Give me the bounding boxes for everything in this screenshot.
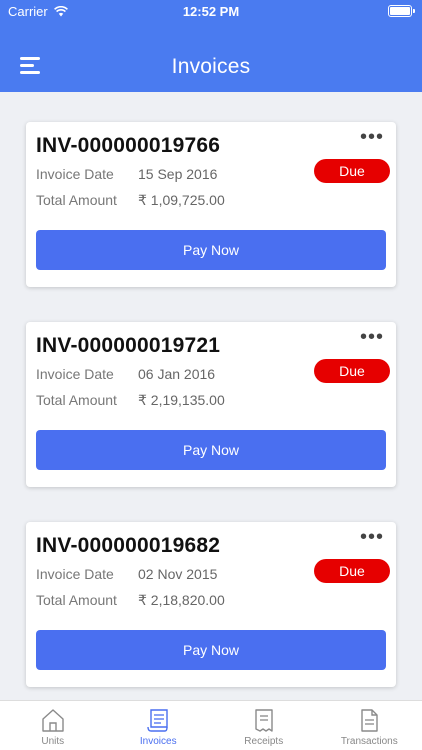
status-badge: Due xyxy=(314,559,390,583)
tab-receipts[interactable]: Receipts xyxy=(211,701,317,750)
tab-label: Transactions xyxy=(340,736,398,747)
invoice-date-value: 02 Nov 2015 xyxy=(138,566,218,582)
total-amount-label: Total Amount xyxy=(36,592,117,608)
invoice-date-label: Invoice Date xyxy=(36,366,114,382)
more-options-icon[interactable]: ••• xyxy=(360,127,384,147)
pay-now-button[interactable]: Pay Now xyxy=(36,430,386,470)
app-header: Carrier 12:52 PM Invoices xyxy=(0,0,422,92)
more-options-icon[interactable]: ••• xyxy=(360,527,384,547)
invoice-date-value: 15 Sep 2016 xyxy=(138,166,218,182)
pay-now-button[interactable]: Pay Now xyxy=(36,230,386,270)
invoice-number: INV-000000019682 xyxy=(36,534,221,557)
status-bar: Carrier 12:52 PM xyxy=(0,0,422,24)
total-amount-label: Total Amount xyxy=(36,392,117,408)
battery-icon xyxy=(388,5,415,17)
invoice-icon xyxy=(147,709,168,732)
invoice-date-value: 06 Jan 2016 xyxy=(138,366,216,382)
invoice-card[interactable]: ••• INV-000000019682 Due Invoice Date 02… xyxy=(26,522,396,687)
home-icon xyxy=(42,709,64,732)
invoice-card[interactable]: ••• INV-000000019766 Due Invoice Date 15… xyxy=(26,122,396,287)
tab-invoices[interactable]: Invoices xyxy=(106,701,212,750)
invoice-list[interactable]: ••• INV-000000019766 Due Invoice Date 15… xyxy=(0,92,422,700)
total-amount-value: ₹ 2,18,820.00 xyxy=(138,592,225,608)
invoice-number: INV-000000019766 xyxy=(36,134,221,157)
status-badge: Due xyxy=(314,359,390,383)
tab-units[interactable]: Units xyxy=(0,701,106,750)
tab-transactions[interactable]: Transactions xyxy=(317,701,422,750)
invoice-number: INV-000000019721 xyxy=(36,334,221,357)
invoice-card[interactable]: ••• INV-000000019721 Due Invoice Date 06… xyxy=(26,322,396,487)
clock: 12:52 PM xyxy=(182,4,240,19)
receipt-icon xyxy=(255,709,273,732)
pay-now-button[interactable]: Pay Now xyxy=(36,630,386,670)
total-amount-value: ₹ 1,09,725.00 xyxy=(138,192,225,208)
page-title: Invoices xyxy=(171,55,251,78)
bottom-tab-bar: Units Invoices Receipts Transactions xyxy=(0,700,422,750)
invoice-date-label: Invoice Date xyxy=(36,166,114,182)
more-options-icon[interactable]: ••• xyxy=(360,327,384,347)
tab-label: Units xyxy=(41,736,65,747)
invoice-date-label: Invoice Date xyxy=(36,566,114,582)
document-icon xyxy=(361,709,378,732)
total-amount-value: ₹ 2,19,135.00 xyxy=(138,392,225,408)
tab-label: Receipts xyxy=(244,736,284,747)
tab-label: Invoices xyxy=(139,736,177,747)
status-badge: Due xyxy=(314,159,390,183)
total-amount-label: Total Amount xyxy=(36,192,117,208)
